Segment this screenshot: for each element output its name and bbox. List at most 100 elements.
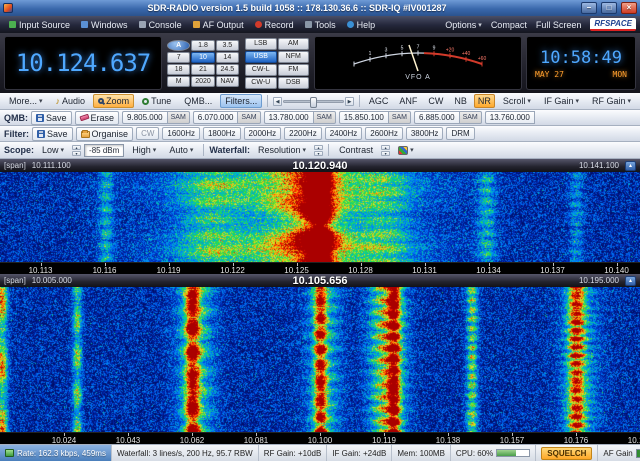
collapse-button[interactable]: ▴ <box>625 161 636 171</box>
rf-gain-dropdown[interactable]: RF Gain▾ <box>587 94 636 108</box>
palette-button[interactable]: ▾ <box>393 144 419 157</box>
memory-frequency[interactable]: 9.805.000 <box>122 111 168 124</box>
band-button-active[interactable]: 10 <box>191 52 214 63</box>
frequency-digits[interactable]: 10.124.637 <box>16 49 151 77</box>
qmb-button[interactable]: QMB... <box>179 94 217 108</box>
collapse-button[interactable]: ▴ <box>625 276 636 286</box>
menu-options[interactable]: Options▾ <box>441 19 486 31</box>
menu-full-screen[interactable]: Full Screen <box>532 19 586 31</box>
scope-low-spinner[interactable]: ▴▾ <box>72 145 81 156</box>
menu-input-source[interactable]: Input Source <box>4 19 75 31</box>
menu-tools[interactable]: Tools <box>300 19 341 31</box>
memory-frequency[interactable]: 15.850.100 <box>339 111 389 124</box>
spin-up-icon[interactable]: ▴ <box>314 145 323 150</box>
mode-usb-active[interactable]: USB <box>245 51 277 63</box>
resolution-spinner[interactable]: ▴▾ <box>314 145 323 156</box>
waterfall2-frequency-scale[interactable]: 10.02410.04310.06210.08110.10010.11910.1… <box>0 432 640 444</box>
maximize-button[interactable]: □ <box>601 2 617 14</box>
qmb-memory-button[interactable]: 6.070.000SAM <box>193 111 261 124</box>
qmb-erase-button[interactable]: Erase <box>75 111 120 125</box>
close-button[interactable]: × <box>621 2 637 14</box>
mode-fm[interactable]: FM <box>278 64 310 76</box>
qmb-memory-button[interactable]: 13.760.000 <box>485 111 535 124</box>
frequency-display[interactable]: 10.124.637 <box>4 36 162 90</box>
menu-console[interactable]: Console <box>134 19 187 31</box>
resolution-dropdown[interactable]: Resolution▾ <box>253 143 311 157</box>
menu-windows[interactable]: Windows <box>76 19 133 31</box>
agc-toggle[interactable]: AGC <box>365 94 393 108</box>
waterfall2-canvas[interactable] <box>0 287 640 432</box>
minimize-button[interactable]: – <box>581 2 597 14</box>
scope-low-dropdown[interactable]: Low▾ <box>37 143 69 157</box>
filter-bandwidth-button[interactable]: 2200Hz <box>284 127 322 140</box>
qmb-save-button[interactable]: Save <box>31 111 72 125</box>
mode-cwu[interactable]: CW-U <box>245 77 277 89</box>
filter-drm-button[interactable]: DRM <box>446 127 474 140</box>
menu-help[interactable]: Help <box>342 19 381 31</box>
filter-bandwidth-button[interactable]: 3800Hz <box>406 127 444 140</box>
qmb-memory-button[interactable]: 13.780.000SAM <box>264 111 336 124</box>
nr-toggle[interactable]: NR <box>474 94 495 108</box>
waterfall1-display[interactable] <box>0 172 640 262</box>
filter-save-button[interactable]: Save <box>32 127 73 141</box>
filters-button[interactable]: Filters... <box>220 94 262 108</box>
spin-down-icon[interactable]: ▾ <box>72 151 81 156</box>
qmb-memory-button[interactable]: 9.805.000SAM <box>122 111 190 124</box>
memory-frequency[interactable]: 13.760.000 <box>485 111 535 124</box>
qmb-memory-button[interactable]: 15.850.100SAM <box>339 111 411 124</box>
band-button[interactable]: 24.5 <box>216 64 239 75</box>
filter-bandwidth-button[interactable]: 2000Hz <box>244 127 282 140</box>
slider-left-arrow[interactable]: ◀ <box>273 97 282 106</box>
filter-bandwidth-button[interactable]: 2600Hz <box>365 127 403 140</box>
slider-thumb[interactable] <box>310 97 317 108</box>
audio-button[interactable]: ♪Audio <box>51 94 91 108</box>
cw-toggle[interactable]: CW <box>424 94 447 108</box>
mode-lsb[interactable]: LSB <box>245 38 277 50</box>
more-button[interactable]: More...▾ <box>4 94 48 108</box>
filter-bandwidth-button[interactable]: 1600Hz <box>162 127 200 140</box>
tune-button[interactable]: Tune <box>137 94 176 108</box>
vfo-a-button[interactable]: A <box>167 40 190 51</box>
contrast-spinner[interactable]: ▴▾ <box>381 145 390 156</box>
contrast-dropdown[interactable]: Contrast <box>334 143 378 157</box>
spin-down-icon[interactable]: ▾ <box>381 151 390 156</box>
filter-bandwidth-button[interactable]: 2400Hz <box>325 127 363 140</box>
band-button[interactable]: 14 <box>216 52 239 63</box>
spin-down-icon[interactable]: ▾ <box>314 151 323 156</box>
spin-up-icon[interactable]: ▴ <box>72 145 81 150</box>
memory-button[interactable]: M <box>167 76 190 87</box>
band-button[interactable]: 2020 <box>191 76 214 87</box>
band-button[interactable]: 21 <box>191 64 214 75</box>
mode-cwl[interactable]: CW-L <box>245 64 277 76</box>
scroll-dropdown[interactable]: Scroll▾ <box>498 94 536 108</box>
scope-high-dropdown[interactable]: High▾ <box>127 143 161 157</box>
span-button[interactable]: [span] <box>4 161 26 170</box>
band-button[interactable]: 3.5 <box>216 40 239 51</box>
filter-bandwidth-button[interactable]: 1800Hz <box>203 127 241 140</box>
nb-toggle[interactable]: NB <box>450 94 471 108</box>
scope-auto-button[interactable]: Auto▾ <box>164 143 198 157</box>
span-button[interactable]: [span] <box>4 276 26 285</box>
menu-af-output[interactable]: AF Output <box>188 19 249 31</box>
menu-compact[interactable]: Compact <box>487 19 531 31</box>
squelch-badge[interactable]: SQUELCH <box>541 447 592 460</box>
slider-right-arrow[interactable]: ▶ <box>345 97 354 106</box>
band-button[interactable]: NAV <box>216 76 239 87</box>
zoom-button[interactable]: Zoom <box>93 94 134 108</box>
menu-record[interactable]: Record <box>250 19 299 31</box>
filter-cw-button[interactable]: CW <box>136 127 159 140</box>
anf-toggle[interactable]: ANF <box>395 94 421 108</box>
af-gain-slider[interactable] <box>636 449 640 458</box>
band-button[interactable]: 1.8 <box>191 40 214 51</box>
memory-frequency[interactable]: 13.780.000 <box>264 111 314 124</box>
band-button[interactable]: 7 <box>167 52 190 63</box>
band-button[interactable]: 18 <box>167 64 190 75</box>
mode-nfm[interactable]: NFM <box>278 51 310 63</box>
filter-organise-button[interactable]: Organise <box>76 127 134 141</box>
qmb-memory-button[interactable]: 6.885.000SAM <box>414 111 482 124</box>
memory-frequency[interactable]: 6.070.000 <box>193 111 239 124</box>
mode-dsb[interactable]: DSB <box>278 77 310 89</box>
mode-am[interactable]: AM <box>278 38 310 50</box>
tuning-slider[interactable]: ◀ ▶ <box>273 97 354 106</box>
waterfall2-display[interactable] <box>0 287 640 432</box>
